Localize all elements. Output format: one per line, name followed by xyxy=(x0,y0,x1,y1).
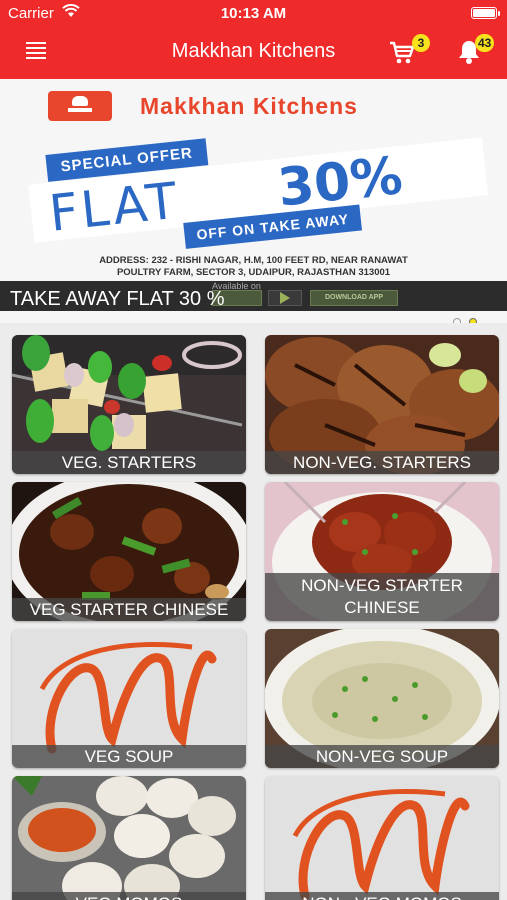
banner-address: ADDRESS: 232 - RISHI NAGAR, H.M, 100 FEE… xyxy=(20,255,487,279)
offer-banner-carousel[interactable]: Makkhan Kitchens SPECIAL OFFER FLAT 30% … xyxy=(0,79,507,323)
banner-caption: TAKE AWAY FLAT 30 % xyxy=(10,288,225,310)
carousel-dots[interactable] xyxy=(449,313,477,323)
veg-momos-image xyxy=(12,776,246,900)
banner-brand: Makkhan Kitchens xyxy=(140,93,358,119)
category-label: NON-VEG. STARTERS xyxy=(265,451,499,474)
offer-strip: SPECIAL OFFER FLAT 30% OFF ON TAKE AWAY xyxy=(25,109,490,266)
category-tile-veg-momos[interactable]: VEG MOMOS xyxy=(12,776,246,900)
category-tile-veg-starters[interactable]: VEG. STARTERS xyxy=(12,335,246,474)
category-tile-non-veg-momos[interactable]: NON - VEG MOMOS xyxy=(265,776,499,900)
category-tile-veg-soup[interactable]: VEG SOUP xyxy=(12,629,246,768)
notifications-button[interactable]: 43 xyxy=(455,34,495,66)
category-label: VEG STARTER CHINESE xyxy=(12,598,246,621)
battery-icon xyxy=(471,7,500,19)
category-label: VEG MOMOS xyxy=(12,892,246,900)
download-app-badge: DOWNLOAD APP xyxy=(310,290,398,306)
nav-bar: Makkhan Kitchens 3 43 xyxy=(0,26,507,79)
status-bar: Carrier 10:13 AM xyxy=(0,0,507,26)
category-tile-non-veg-starters[interactable]: NON-VEG. STARTERS xyxy=(265,335,499,474)
app-title: Makkhan Kitchens xyxy=(171,40,336,62)
category-label: NON-VEG STARTER CHINESE xyxy=(265,573,499,621)
address-line-1: ADDRESS: 232 - RISHI NAGAR, H.M, 100 FEE… xyxy=(99,255,408,266)
cart-badge: 3 xyxy=(412,34,430,52)
category-tile-non-veg-starter-chinese[interactable]: NON-VEG STARTER CHINESE xyxy=(265,482,499,621)
cart-button[interactable]: 3 xyxy=(388,34,430,66)
category-tile-non-veg-soup[interactable]: NON-VEG SOUP xyxy=(265,629,499,768)
address-line-2: POULTRY FARM, SECTOR 3, UDAIPUR, RAJASTH… xyxy=(116,267,391,278)
flat-label: FLAT xyxy=(46,171,183,243)
category-grid: VEG. STARTERS NON-VEG. STARTERS VEG STAR… xyxy=(0,323,507,900)
category-label: NON-VEG SOUP xyxy=(265,745,499,768)
category-label: VEG. STARTERS xyxy=(12,451,246,474)
category-label: NON - VEG MOMOS xyxy=(265,892,499,900)
chef-hat-logo xyxy=(48,91,112,121)
category-tile-veg-starter-chinese[interactable]: VEG STARTER CHINESE xyxy=(12,482,246,621)
makkhan-m-logo xyxy=(265,776,499,900)
clock: 10:13 AM xyxy=(220,5,287,22)
category-label: VEG SOUP xyxy=(12,745,246,768)
play-store-icon xyxy=(268,290,302,306)
